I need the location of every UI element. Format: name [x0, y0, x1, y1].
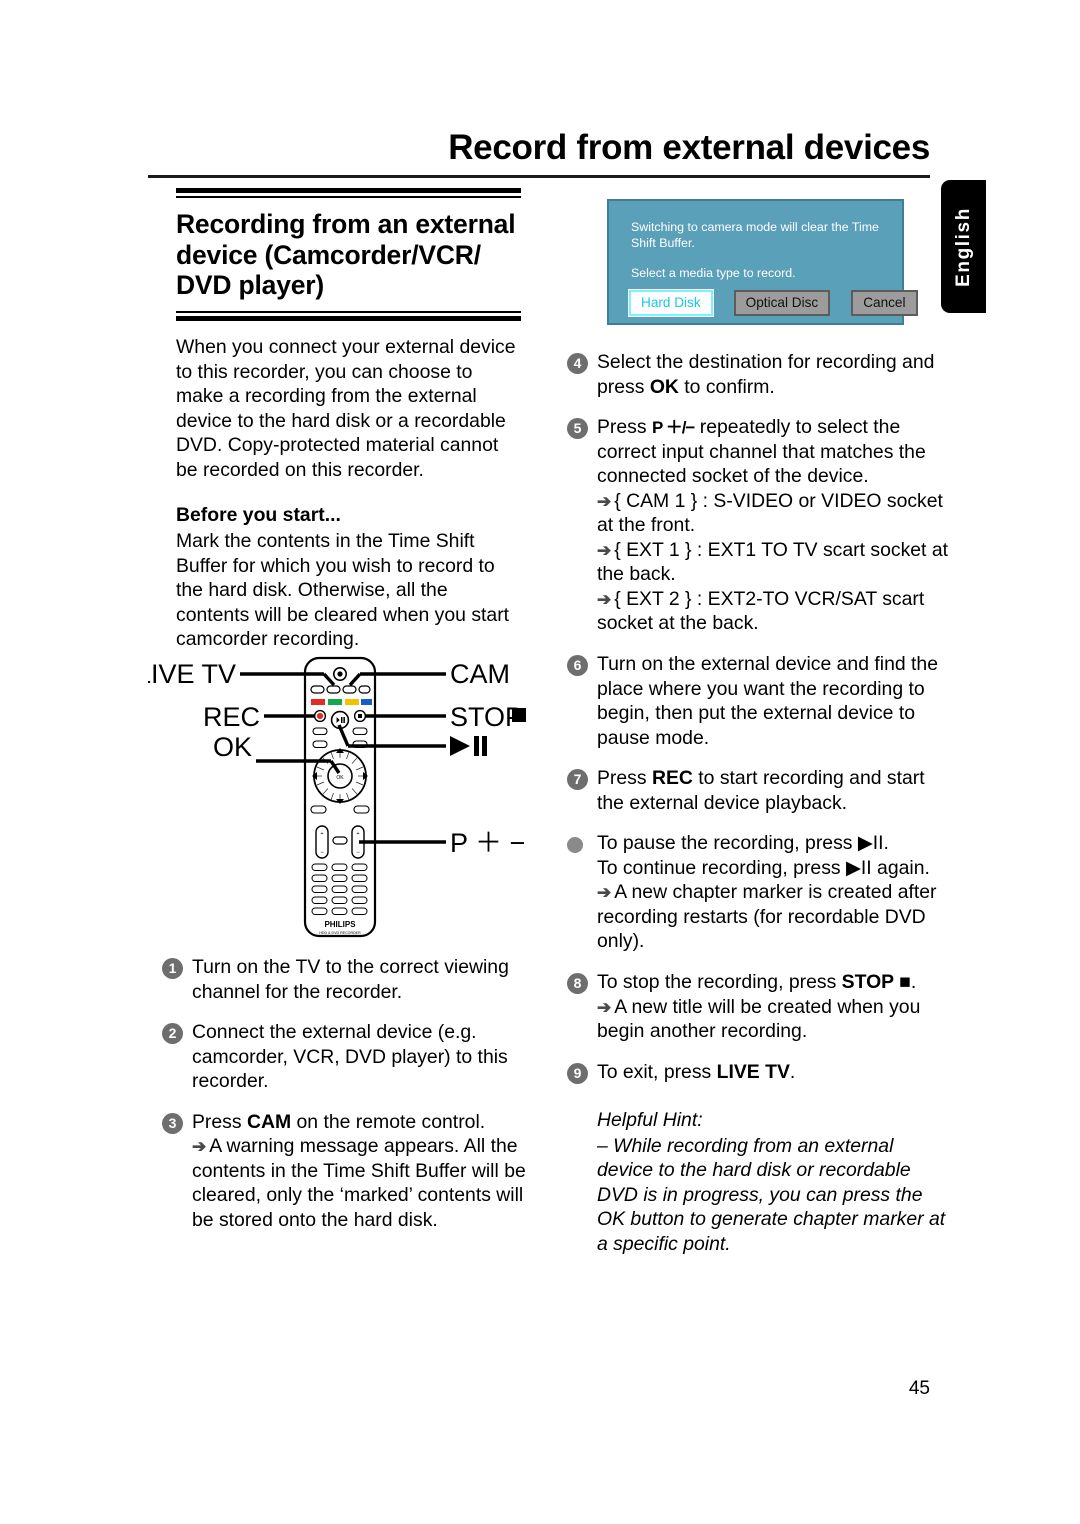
bullet-line-2: To continue recording, press ▶II again. [597, 856, 930, 879]
arrow-icon: ➔ [597, 883, 612, 903]
callout-ok: OK [213, 732, 252, 762]
step-text-lead: To stop the recording, press [597, 971, 842, 994]
step-text-lead: Press [192, 1110, 247, 1133]
before-you-start-heading: Before you start... [176, 504, 341, 527]
svg-text:+: + [356, 831, 359, 837]
callout-cam: CAM [450, 659, 510, 689]
section-heading-rule-bottom-block [176, 311, 524, 322]
step-text-lead: Press [597, 767, 652, 790]
left-steps: 1 Turn on the TV to the correct viewing … [156, 955, 546, 1248]
step-3: 3 Press CAM on the remote control. ➔ A wa… [156, 1110, 546, 1233]
step-number: 9 [567, 1062, 588, 1084]
step-number: 7 [567, 769, 588, 791]
callout-play-pause [450, 736, 487, 756]
bullet-line-1: To pause the recording, press ▶II. [597, 832, 889, 855]
helpful-hint-title: Helpful Hint: [597, 1109, 703, 1132]
dialog-button-optical-disc[interactable]: Optical Disc [733, 290, 831, 317]
svg-text:−: − [320, 850, 324, 856]
manual-page: Record from external devices English Rec… [0, 0, 1080, 1524]
step-number: 6 [567, 655, 588, 677]
helpful-hint-body: – While recording from an external devic… [597, 1134, 946, 1255]
language-tab: English [941, 180, 986, 313]
bullet-pause-resume: To pause the recording, press ▶II. To co… [561, 831, 951, 954]
step-text: Connect the external device (e.g. camcor… [192, 1021, 508, 1093]
step-text-lead: To exit, press [597, 1060, 717, 1083]
step-2: 2 Connect the external device (e.g. camc… [156, 1020, 546, 1094]
arrow-icon: ➔ [597, 540, 612, 560]
bullet-subtext: A new chapter marker is created after re… [597, 881, 937, 953]
bullet-dot-icon [567, 837, 583, 854]
step-text-tail: . [910, 971, 917, 994]
step-9: 9 To exit, press LIVE TV. [561, 1060, 951, 1085]
language-tab-label: English [952, 206, 974, 287]
helpful-hint: Helpful Hint: – While recording from an … [597, 1108, 953, 1256]
callout-p-plus-minus: P ＋ − [450, 828, 525, 858]
callout-rec: REC [203, 702, 260, 732]
svg-text:HDD & DVD RECORDER: HDD & DVD RECORDER [319, 931, 361, 935]
page-title: Record from external devices [448, 128, 930, 167]
header-divider [148, 175, 930, 178]
intro-paragraph: When you connect your external device to… [176, 336, 516, 481]
dialog-button-hard-disk[interactable]: Hard Disk [629, 290, 713, 317]
step-number: 3 [162, 1112, 183, 1134]
step-keyword: LIVE TV [716, 1060, 790, 1083]
section-heading: Recording from an external device (Camco… [176, 209, 516, 301]
svg-text:+: + [320, 831, 323, 837]
step-text-tail: . [789, 1060, 796, 1083]
step-number: 8 [567, 973, 588, 995]
arrow-icon: ➔ [597, 491, 612, 511]
heading-rule-bottom [176, 311, 521, 322]
left-column: Recording from an external device (Camco… [148, 188, 524, 652]
svg-text:PHILIPS: PHILIPS [324, 920, 356, 929]
step-sub-2: { EXT 1 } : EXT1 TO TV scart socket at t… [597, 538, 948, 586]
step-number: 5 [567, 418, 588, 440]
step-keyword: STOP ■ [841, 971, 911, 994]
step-sub-1: { CAM 1 } : S-VIDEO or VIDEO socket at t… [597, 489, 943, 537]
before-you-start-paragraph: Mark the contents in the Time Shift Buff… [176, 530, 510, 651]
right-steps: 4 Select the destination for recording a… [561, 350, 951, 1257]
step-keyword: REC [651, 767, 693, 790]
step-text: Turn on the TV to the correct viewing ch… [192, 956, 509, 1003]
stop-square-icon [512, 708, 526, 722]
step-6: 6 Turn on the external device and find t… [561, 652, 951, 750]
dialog-button-cancel[interactable]: Cancel [851, 290, 918, 317]
step-number: 4 [567, 353, 588, 374]
step-text-tail: to confirm. [678, 375, 775, 398]
arrow-icon: ➔ [192, 1137, 207, 1157]
step-1: 1 Turn on the TV to the correct viewing … [156, 955, 546, 1004]
callout-live-tv: LIVE TV [148, 659, 236, 689]
step-subtext: A warning message appears. All the conte… [192, 1135, 526, 1231]
step-keyword: P ＋/− [651, 418, 695, 438]
dialog-message-1: Switching to camera mode will clear the … [631, 220, 879, 250]
dialog-message-2: Select a media type to record. [631, 266, 796, 280]
arrow-icon: ➔ [597, 997, 612, 1017]
page-number: 45 [908, 1378, 930, 1399]
remote-control-illustration: OK + − + − PHILIPS HDD & DVD RECORDER IV… [148, 648, 528, 948]
intro-paragraph-block: When you connect your external device to… [176, 335, 524, 652]
step-text-tail: on the remote control. [291, 1110, 486, 1133]
svg-text:OK: OK [336, 775, 344, 781]
svg-text:−: − [356, 850, 360, 856]
step-sub-3: { EXT 2 } : EXT2-TO VCR/SAT scart socket… [597, 587, 925, 635]
section-heading-block [176, 188, 524, 198]
step-7: 7 Press REC to start recording and start… [561, 766, 951, 815]
step-keyword: CAM [246, 1110, 292, 1133]
step-number: 2 [162, 1023, 183, 1045]
step-text: Turn on the external device and find the… [597, 653, 938, 749]
step-4: 4 Select the destination for recording a… [561, 350, 951, 399]
dialog-button-row: Hard Disk Optical Disc Cancel [629, 290, 918, 317]
step-8: 8 To stop the recording, press STOP ■. ➔… [561, 970, 951, 1044]
arrow-icon: ➔ [597, 589, 612, 609]
step-text-lead: Press [597, 416, 652, 439]
step-keyword: OK [649, 375, 679, 398]
tv-dialog: Switching to camera mode will clear the … [607, 199, 918, 325]
step-number: 1 [162, 958, 183, 979]
step-5: 5 Press P ＋/− repeatedly to select the c… [561, 415, 951, 636]
step-subtext: A new title will be created when you beg… [597, 995, 921, 1043]
heading-rule-top [176, 188, 521, 198]
